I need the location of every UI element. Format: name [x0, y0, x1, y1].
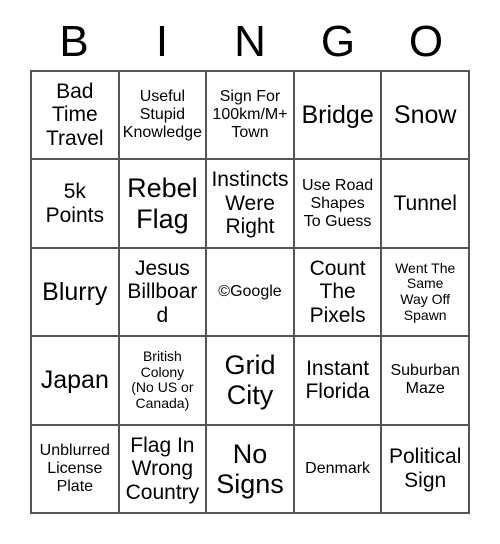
bingo-cell-label: Useful Stupid Knowledge — [122, 88, 202, 142]
bingo-cell-label: Instant Florida — [305, 356, 370, 404]
header-letter-o: O — [408, 17, 444, 66]
bingo-cell[interactable]: Flag In Wrong Country — [119, 425, 208, 514]
bingo-cell[interactable]: Count The Pixels — [294, 248, 383, 338]
bingo-cell-label: Tunnel — [393, 191, 457, 215]
bingo-card: B I N G O Bad Time Travel Useful Stupid K… — [0, 0, 500, 544]
bingo-cell-label: Flag In Wrong Country — [125, 433, 200, 504]
bingo-cell-label: Went The Same Way Off Spawn — [395, 259, 456, 323]
bingo-cell-label: Use Road Shapes To Guess — [302, 176, 374, 230]
bingo-cell[interactable]: Instant Florida — [294, 337, 383, 426]
bingo-cell[interactable]: Political Sign — [382, 425, 470, 514]
header-letter-g: G — [320, 17, 356, 66]
bingo-cell[interactable]: Jesus Billboard — [119, 248, 208, 338]
bingo-cell[interactable]: Useful Stupid Knowledge — [119, 72, 208, 161]
header-letter-b: B — [59, 17, 89, 66]
bingo-cell-label: Snow — [393, 101, 457, 130]
bingo-cell[interactable]: 5k Points — [32, 160, 120, 249]
bingo-cell[interactable]: Use Road Shapes To Guess — [294, 160, 383, 249]
bingo-cell[interactable]: British Colony (No US or Canada) — [119, 337, 208, 426]
bingo-cell-label: Japan — [40, 366, 109, 395]
bingo-cell[interactable]: No Signs — [207, 425, 295, 514]
bingo-cell-label: British Colony (No US or Canada) — [131, 348, 194, 412]
bingo-cell-label: Count The Pixels — [309, 256, 366, 327]
bingo-cell-label: Instincts Were Right — [211, 168, 289, 239]
bingo-cell[interactable]: Tunnel — [382, 160, 470, 249]
bingo-cell[interactable]: ©Google — [207, 248, 295, 338]
bingo-cell-label: Jesus Billboard — [127, 256, 198, 327]
bingo-cell-label: Sign For 100km/M+ Town — [212, 88, 288, 142]
bingo-cell-label: Blurry — [42, 277, 108, 306]
bingo-cell[interactable]: Japan — [32, 337, 120, 426]
bingo-cell[interactable]: Went The Same Way Off Spawn — [382, 248, 470, 338]
bingo-cell[interactable]: Denmark — [294, 425, 383, 514]
bingo-cell[interactable]: Instincts Were Right — [207, 160, 295, 249]
bingo-cell-label: Political Sign — [389, 445, 462, 492]
bingo-cell-label: 5k Points — [45, 180, 104, 227]
bingo-cell-label: Unblurred License Plate — [39, 441, 110, 495]
bingo-cell[interactable]: Bad Time Travel — [32, 72, 120, 161]
bingo-cell[interactable]: Snow — [382, 72, 470, 161]
bingo-cell[interactable]: Sign For 100km/M+ Town — [207, 72, 295, 161]
bingo-cell-label: Bad Time Travel — [46, 79, 104, 150]
bingo-cell-label: Denmark — [305, 459, 371, 477]
bingo-cell[interactable]: Suburban Maze — [382, 337, 470, 426]
bingo-cell[interactable]: Rebel Flag — [119, 160, 208, 249]
bingo-cell[interactable]: Grid City — [207, 337, 295, 426]
bingo-grid: Bad Time Travel Useful Stupid Knowledge Si… — [30, 70, 470, 514]
bingo-header: B I N G O — [30, 14, 470, 70]
header-letter-i: I — [155, 17, 169, 66]
bingo-cell-label: ©Google — [218, 283, 282, 301]
bingo-cell-label: Bridge — [301, 101, 374, 130]
bingo-cell-label: Grid City — [224, 350, 276, 411]
header-letter-n: N — [234, 17, 266, 66]
bingo-cell-label: Suburban Maze — [390, 362, 460, 398]
bingo-cell-label: Rebel Flag — [127, 173, 198, 234]
bingo-cell[interactable]: Blurry — [32, 248, 120, 338]
bingo-cell-label: No Signs — [216, 438, 284, 499]
bingo-cell[interactable]: Unblurred License Plate — [32, 425, 120, 514]
bingo-cell[interactable]: Bridge — [294, 72, 383, 161]
